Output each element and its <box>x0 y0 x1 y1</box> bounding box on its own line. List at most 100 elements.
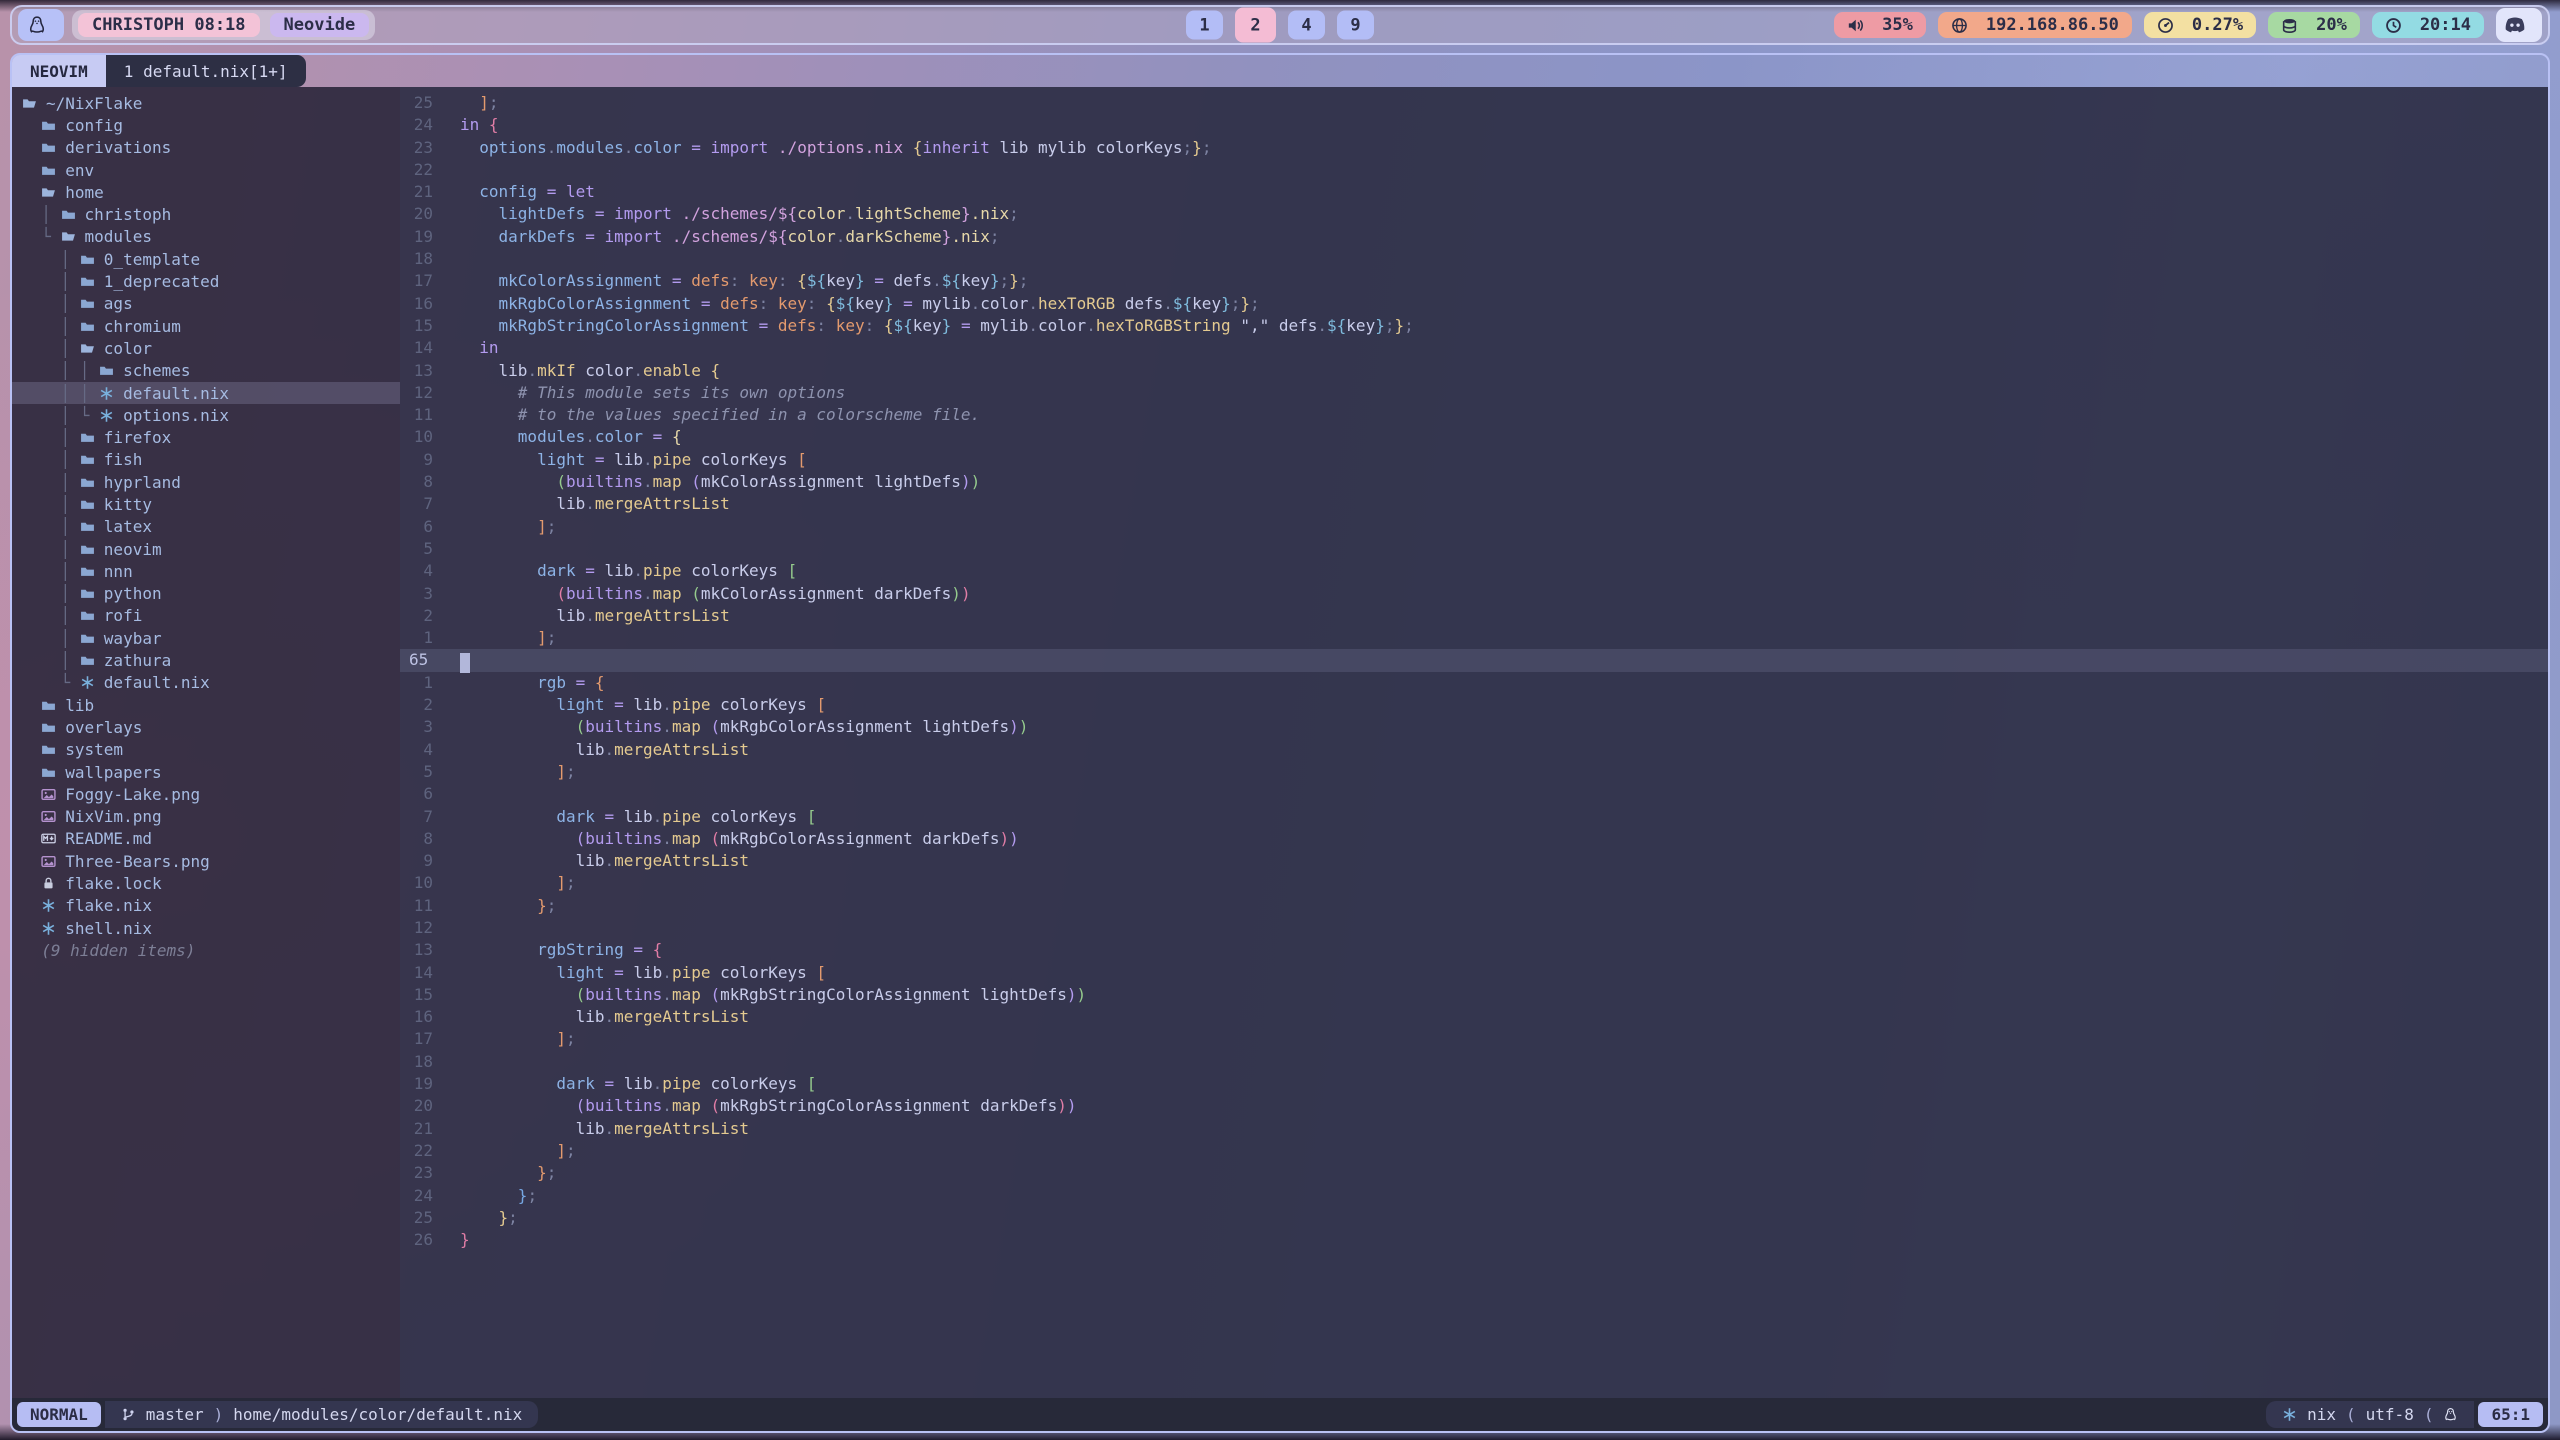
editor-line[interactable]: 10 ]; <box>400 872 2548 894</box>
editor-line[interactable]: 24 }; <box>400 1185 2548 1207</box>
tree-item-default.nix[interactable]: │ │ default.nix <box>12 382 400 404</box>
workspace-button-9[interactable]: 9 <box>1337 11 1374 40</box>
editor-buffer[interactable]: 25 ];24in {23 options.modules.color = im… <box>400 87 2548 1398</box>
editor-line[interactable]: 6 ]; <box>400 516 2548 538</box>
editor-line[interactable]: 15 (builtins.map (mkRgbStringColorAssign… <box>400 984 2548 1006</box>
editor-line[interactable]: 8 (builtins.map (mkRgbColorAssignment da… <box>400 828 2548 850</box>
tree-item-default.nix[interactable]: └ default.nix <box>12 672 400 694</box>
tree-item-NixFlake[interactable]: ~/NixFlake <box>12 92 400 114</box>
tree-item-home[interactable]: home <box>12 181 400 203</box>
tree-item-config[interactable]: config <box>12 114 400 136</box>
memory-widget[interactable]: 20% <box>2268 12 2360 38</box>
launcher-button[interactable] <box>18 9 64 41</box>
editor-line[interactable]: 14 in <box>400 337 2548 359</box>
editor-line[interactable]: 20 lightDefs = import ./schemes/${color.… <box>400 203 2548 225</box>
tree-item-modules[interactable]: └ modules <box>12 226 400 248</box>
clock-widget[interactable]: 20:14 <box>2372 12 2484 38</box>
editor-line[interactable]: 25 }; <box>400 1207 2548 1229</box>
editor-line[interactable]: 22 <box>400 159 2548 181</box>
editor-line[interactable]: 11 }; <box>400 895 2548 917</box>
tree-item-kitty[interactable]: │ kitty <box>12 493 400 515</box>
editor-line[interactable]: 23 options.modules.color = import ./opti… <box>400 137 2548 159</box>
editor-line[interactable]: 20 (builtins.map (mkRgbStringColorAssign… <box>400 1095 2548 1117</box>
tree-item-options.nix[interactable]: │ └ options.nix <box>12 404 400 426</box>
editor-line[interactable]: 11 # to the values specified in a colors… <box>400 404 2548 426</box>
workspace-button-2[interactable]: 2 <box>1235 8 1276 43</box>
editor-line[interactable]: 10 modules.color = { <box>400 426 2548 448</box>
editor-line[interactable]: 5 <box>400 538 2548 560</box>
editor-line[interactable]: 8 (builtins.map (mkColorAssignment light… <box>400 471 2548 493</box>
tree-item-firefox[interactable]: │ firefox <box>12 426 400 448</box>
editor-line[interactable]: 16 mkRgbColorAssignment = defs: key: {${… <box>400 293 2548 315</box>
tree-item-Foggy-Lake.png[interactable]: Foggy-Lake.png <box>12 783 400 805</box>
cpu-widget[interactable]: 0.27% <box>2144 12 2256 38</box>
editor-line[interactable]: 12 # This module sets its own options <box>400 382 2548 404</box>
editor-line[interactable]: 24in { <box>400 114 2548 136</box>
editor-line[interactable]: 23 }; <box>400 1162 2548 1184</box>
tree-item-zathura[interactable]: │ zathura <box>12 649 400 671</box>
volume-widget[interactable]: 35% <box>1834 12 1926 38</box>
editor-line[interactable]: 3 (builtins.map (mkColorAssignment darkD… <box>400 583 2548 605</box>
tree-item-env[interactable]: env <box>12 159 400 181</box>
tree-item-NixVim.png[interactable]: NixVim.png <box>12 806 400 828</box>
tree-item-shell.nix[interactable]: shell.nix <box>12 917 400 939</box>
editor-line[interactable]: 1 ]; <box>400 627 2548 649</box>
tree-item-derivations[interactable]: derivations <box>12 137 400 159</box>
editor-line[interactable]: 21 lib.mergeAttrsList <box>400 1118 2548 1140</box>
tree-item-system[interactable]: system <box>12 739 400 761</box>
editor-line[interactable]: 16 lib.mergeAttrsList <box>400 1006 2548 1028</box>
tree-item-latex[interactable]: │ latex <box>12 516 400 538</box>
editor-line[interactable]: 5 ]; <box>400 761 2548 783</box>
tree-item-hyprland[interactable]: │ hyprland <box>12 471 400 493</box>
editor-line[interactable]: 21 config = let <box>400 181 2548 203</box>
workspace-button-4[interactable]: 4 <box>1288 11 1325 40</box>
tree-item-0_template[interactable]: │ 0_template <box>12 248 400 270</box>
tree-item-flake.lock[interactable]: flake.lock <box>12 872 400 894</box>
editor-line[interactable]: 1 rgb = { <box>400 672 2548 694</box>
tree-item-christoph[interactable]: │ christoph <box>12 203 400 225</box>
editor-line[interactable]: 19 dark = lib.pipe colorKeys [ <box>400 1073 2548 1095</box>
editor-cursor-line[interactable]: 65 <box>400 649 2548 671</box>
tree-item-ags[interactable]: │ ags <box>12 293 400 315</box>
tree-item-rofi[interactable]: │ rofi <box>12 605 400 627</box>
tree-item-README.md[interactable]: README.md <box>12 828 400 850</box>
editor-line[interactable]: 17 ]; <box>400 1028 2548 1050</box>
tab-neovim[interactable]: NEOVIM <box>12 55 106 87</box>
tree-item-flake.nix[interactable]: flake.nix <box>12 895 400 917</box>
editor-line[interactable]: 7 lib.mergeAttrsList <box>400 493 2548 515</box>
editor-line[interactable]: 2 light = lib.pipe colorKeys [ <box>400 694 2548 716</box>
tab-buffer-default-nix[interactable]: 1 default.nix[1+] <box>106 55 306 87</box>
workspace-button-1[interactable]: 1 <box>1186 11 1223 40</box>
tree-item-wallpapers[interactable]: wallpapers <box>12 761 400 783</box>
editor-line[interactable]: 4 lib.mergeAttrsList <box>400 739 2548 761</box>
editor-line[interactable]: 22 ]; <box>400 1140 2548 1162</box>
network-widget[interactable]: 192.168.86.50 <box>1938 12 2132 38</box>
discord-button[interactable] <box>2496 8 2542 42</box>
editor-line[interactable]: 13 lib.mkIf color.enable { <box>400 360 2548 382</box>
editor-line[interactable]: 2 lib.mergeAttrsList <box>400 605 2548 627</box>
editor-line[interactable]: 7 dark = lib.pipe colorKeys [ <box>400 806 2548 828</box>
tree-item-schemes[interactable]: │ │ schemes <box>12 360 400 382</box>
editor-line[interactable]: 9 light = lib.pipe colorKeys [ <box>400 449 2548 471</box>
editor-line[interactable]: 25 ]; <box>400 92 2548 114</box>
editor-line[interactable]: 3 (builtins.map (mkRgbColorAssignment li… <box>400 716 2548 738</box>
editor-line[interactable]: 13 rgbString = { <box>400 939 2548 961</box>
editor-line[interactable]: 9 lib.mergeAttrsList <box>400 850 2548 872</box>
tree-item-1_deprecated[interactable]: │ 1_deprecated <box>12 270 400 292</box>
editor-line[interactable]: 14 light = lib.pipe colorKeys [ <box>400 962 2548 984</box>
tree-item-Three-Bears.png[interactable]: Three-Bears.png <box>12 850 400 872</box>
editor-line[interactable]: 18 <box>400 1051 2548 1073</box>
tree-item-python[interactable]: │ python <box>12 583 400 605</box>
tree-item-color[interactable]: │ color <box>12 337 400 359</box>
editor-line[interactable]: 17 mkColorAssignment = defs: key: {${key… <box>400 270 2548 292</box>
editor-line[interactable]: 4 dark = lib.pipe colorKeys [ <box>400 560 2548 582</box>
editor-line[interactable]: 26} <box>400 1229 2548 1251</box>
editor-line[interactable]: 19 darkDefs = import ./schemes/${color.d… <box>400 226 2548 248</box>
tree-item-neovim[interactable]: │ neovim <box>12 538 400 560</box>
tree-item-overlays[interactable]: overlays <box>12 716 400 738</box>
tree-item-fish[interactable]: │ fish <box>12 449 400 471</box>
tree-item-lib[interactable]: lib <box>12 694 400 716</box>
tree-item-waybar[interactable]: │ waybar <box>12 627 400 649</box>
editor-line[interactable]: 6 <box>400 783 2548 805</box>
editor-line[interactable]: 15 mkRgbStringColorAssignment = defs: ke… <box>400 315 2548 337</box>
